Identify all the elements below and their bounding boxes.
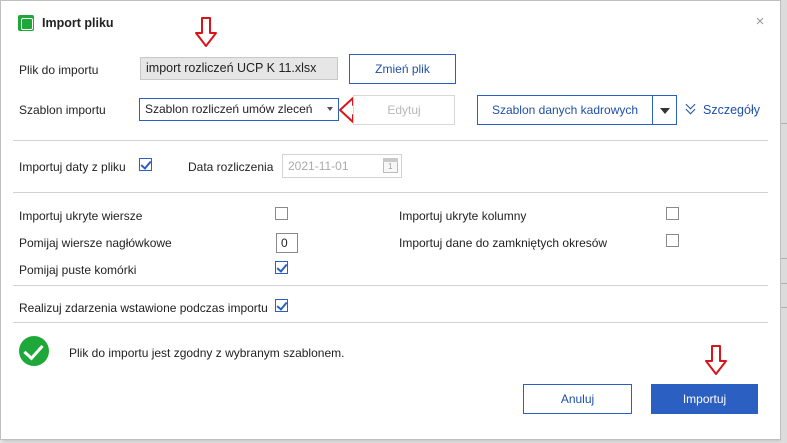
dialog-title: Import pliku bbox=[42, 16, 114, 30]
template-select[interactable]: Szablon rozliczeń umów zleceń bbox=[139, 98, 339, 121]
calendar-icon[interactable] bbox=[383, 158, 398, 173]
closed-periods-label: Importuj dane do zamkniętych okresów bbox=[399, 236, 608, 250]
events-checkbox[interactable] bbox=[275, 299, 288, 312]
file-path-field: import rozliczeń UCP K 11.xlsx bbox=[140, 57, 338, 80]
settlement-date-value: 2021-11-01 bbox=[288, 159, 349, 173]
double-chevron-down-icon bbox=[685, 103, 697, 115]
hidden-rows-checkbox[interactable] bbox=[275, 207, 288, 220]
annotation-arrow-down-icon bbox=[195, 17, 217, 47]
import-dates-checkbox[interactable] bbox=[139, 158, 152, 171]
change-file-button[interactable]: Zmień plik bbox=[349, 54, 456, 84]
divider bbox=[13, 322, 768, 323]
details-link-label: Szczegóły bbox=[703, 103, 760, 117]
status-message: Plik do importu jest zgodny z wybranym s… bbox=[69, 346, 345, 360]
chevron-down-icon bbox=[327, 107, 333, 111]
settlement-date-label: Data rozliczenia bbox=[188, 160, 274, 174]
background-window-edge bbox=[781, 0, 787, 443]
hr-template-dropdown-toggle[interactable] bbox=[652, 95, 677, 125]
template-label: Szablon importu bbox=[19, 103, 106, 117]
closed-periods-checkbox[interactable] bbox=[666, 234, 679, 247]
annotation-arrow-down-icon bbox=[705, 345, 727, 375]
divider bbox=[13, 140, 768, 141]
skip-empty-cells-checkbox[interactable] bbox=[275, 261, 288, 274]
settlement-date-field[interactable]: 2021-11-01 bbox=[282, 154, 402, 178]
import-dialog: Import pliku × Plik do importu import ro… bbox=[0, 0, 781, 440]
details-link[interactable]: Szczegóły bbox=[685, 103, 760, 117]
import-dates-label: Importuj daty z pliku bbox=[19, 160, 126, 174]
template-select-value: Szablon rozliczeń umów zleceń bbox=[145, 102, 313, 116]
hidden-rows-label: Importuj ukryte wiersze bbox=[19, 209, 143, 223]
hr-data-template-button[interactable]: Szablon danych kadrowych bbox=[477, 95, 653, 125]
skip-header-rows-label: Pomijaj wiersze nagłówkowe bbox=[19, 236, 172, 250]
hidden-columns-checkbox[interactable] bbox=[666, 207, 679, 220]
hidden-columns-label: Importuj ukryte kolumny bbox=[399, 209, 527, 223]
close-button[interactable]: × bbox=[753, 14, 767, 29]
skip-empty-cells-label: Pomijaj puste komórki bbox=[19, 263, 137, 277]
divider bbox=[13, 285, 768, 286]
divider bbox=[13, 192, 768, 193]
edit-template-button[interactable]: Edytuj bbox=[353, 95, 455, 125]
success-check-icon bbox=[19, 336, 49, 366]
events-label: Realizuj zdarzenia wstawione podczas imp… bbox=[19, 301, 268, 315]
cancel-button[interactable]: Anuluj bbox=[523, 384, 632, 414]
file-label: Plik do importu bbox=[19, 63, 99, 77]
import-file-icon bbox=[18, 15, 34, 31]
skip-header-rows-input[interactable]: 0 bbox=[276, 233, 298, 253]
import-button[interactable]: Importuj bbox=[651, 384, 758, 414]
